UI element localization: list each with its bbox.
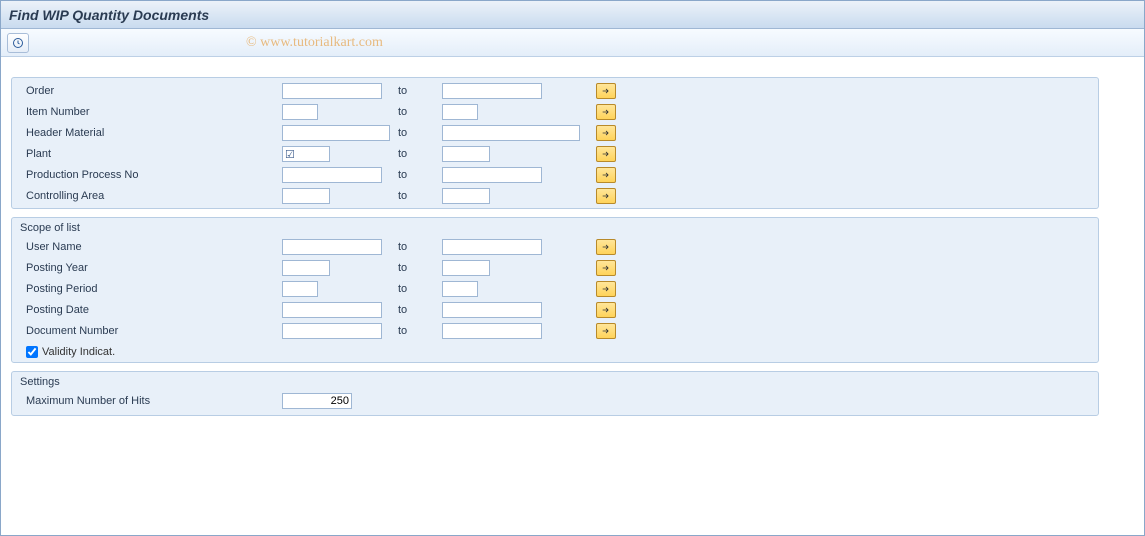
multiple-selection-button[interactable]	[596, 281, 616, 297]
clock-execute-icon	[12, 37, 24, 49]
arrow-right-icon	[601, 326, 611, 336]
to-label: to	[392, 127, 442, 139]
scope-row: Posting Year to	[12, 257, 1098, 278]
selection-row: Plant☑ to	[12, 143, 1098, 164]
arrow-right-icon	[601, 191, 611, 201]
field-label: Posting Year	[12, 262, 282, 274]
to-label: to	[392, 325, 442, 337]
validity-indicator-row: Validity Indicat.	[12, 341, 1098, 362]
to-label: to	[392, 190, 442, 202]
scope-row: Posting Period to	[12, 278, 1098, 299]
check-icon: ☑	[285, 148, 295, 161]
to-label: to	[392, 169, 442, 181]
to-input[interactable]	[442, 146, 490, 162]
scope-row: Document Number to	[12, 320, 1098, 341]
scope-of-list-group: Scope of list User NametoPosting YeartoP…	[11, 217, 1099, 363]
max-hits-label: Maximum Number of Hits	[12, 395, 282, 407]
multiple-selection-button[interactable]	[596, 83, 616, 99]
toolbar: © www.tutorialkart.com	[1, 29, 1144, 57]
multiple-selection-button[interactable]	[596, 323, 616, 339]
page-title: Find WIP Quantity Documents	[9, 7, 209, 23]
to-input[interactable]	[442, 104, 478, 120]
field-label: User Name	[12, 241, 282, 253]
multiple-selection-button[interactable]	[596, 125, 616, 141]
field-label: Order	[12, 85, 282, 97]
to-input[interactable]	[442, 188, 490, 204]
multiple-selection-button[interactable]	[596, 260, 616, 276]
from-input[interactable]	[282, 104, 318, 120]
to-label: to	[392, 241, 442, 253]
plant-from-wrapper: ☑	[282, 148, 330, 160]
execute-button[interactable]	[7, 33, 29, 53]
from-input[interactable]	[282, 323, 382, 339]
selection-criteria-group: OrdertoItem NumbertoHeader MaterialtoPla…	[11, 77, 1099, 209]
to-label: to	[392, 304, 442, 316]
from-input[interactable]	[282, 125, 390, 141]
arrow-right-icon	[601, 242, 611, 252]
to-input[interactable]	[442, 323, 542, 339]
multiple-selection-button[interactable]	[596, 146, 616, 162]
to-label: to	[392, 283, 442, 295]
selection-row: Header Material to	[12, 122, 1098, 143]
settings-legend: Settings	[12, 372, 1098, 390]
from-input[interactable]	[282, 302, 382, 318]
arrow-right-icon	[601, 107, 611, 117]
to-label: to	[392, 148, 442, 160]
multiple-selection-button[interactable]	[596, 239, 616, 255]
content-area: OrdertoItem NumbertoHeader MaterialtoPla…	[1, 57, 1144, 434]
arrow-right-icon	[601, 128, 611, 138]
arrow-right-icon	[601, 284, 611, 294]
from-input[interactable]	[282, 281, 318, 297]
multiple-selection-button[interactable]	[596, 167, 616, 183]
validity-label: Validity Indicat.	[42, 346, 115, 358]
from-input[interactable]	[282, 239, 382, 255]
scope-row: User Name to	[12, 236, 1098, 257]
selection-row: Controlling Area to	[12, 185, 1098, 206]
field-label: Item Number	[12, 106, 282, 118]
to-input[interactable]	[442, 83, 542, 99]
arrow-right-icon	[601, 149, 611, 159]
field-label: Document Number	[12, 325, 282, 337]
multiple-selection-button[interactable]	[596, 104, 616, 120]
multiple-selection-button[interactable]	[596, 302, 616, 318]
app-window: Find WIP Quantity Documents © www.tutori…	[0, 0, 1145, 536]
to-input[interactable]	[442, 302, 542, 318]
field-label: Posting Date	[12, 304, 282, 316]
to-label: to	[392, 85, 442, 97]
from-input[interactable]	[282, 167, 382, 183]
to-input[interactable]	[442, 125, 580, 141]
to-input[interactable]	[442, 239, 542, 255]
field-label: Plant	[12, 148, 282, 160]
from-input[interactable]	[282, 260, 330, 276]
scope-legend: Scope of list	[12, 218, 1098, 236]
watermark-text: © www.tutorialkart.com	[246, 35, 383, 51]
to-label: to	[392, 262, 442, 274]
selection-row: Order to	[12, 80, 1098, 101]
titlebar: Find WIP Quantity Documents	[1, 1, 1144, 29]
arrow-right-icon	[601, 263, 611, 273]
to-label: to	[392, 106, 442, 118]
to-input[interactable]	[442, 260, 490, 276]
from-input[interactable]	[282, 83, 382, 99]
arrow-right-icon	[601, 86, 611, 96]
field-label: Production Process No	[12, 169, 282, 181]
scope-row: Posting Date to	[12, 299, 1098, 320]
arrow-right-icon	[601, 170, 611, 180]
to-input[interactable]	[442, 281, 478, 297]
to-input[interactable]	[442, 167, 542, 183]
validity-checkbox[interactable]	[26, 346, 38, 358]
multiple-selection-button[interactable]	[596, 188, 616, 204]
arrow-right-icon	[601, 305, 611, 315]
selection-row: Item Number to	[12, 101, 1098, 122]
max-hits-input[interactable]	[282, 393, 352, 409]
from-input[interactable]	[282, 188, 330, 204]
field-label: Posting Period	[12, 283, 282, 295]
selection-row: Production Process No to	[12, 164, 1098, 185]
field-label: Header Material	[12, 127, 282, 139]
field-label: Controlling Area	[12, 190, 282, 202]
settings-group: Settings Maximum Number of Hits	[11, 371, 1099, 416]
